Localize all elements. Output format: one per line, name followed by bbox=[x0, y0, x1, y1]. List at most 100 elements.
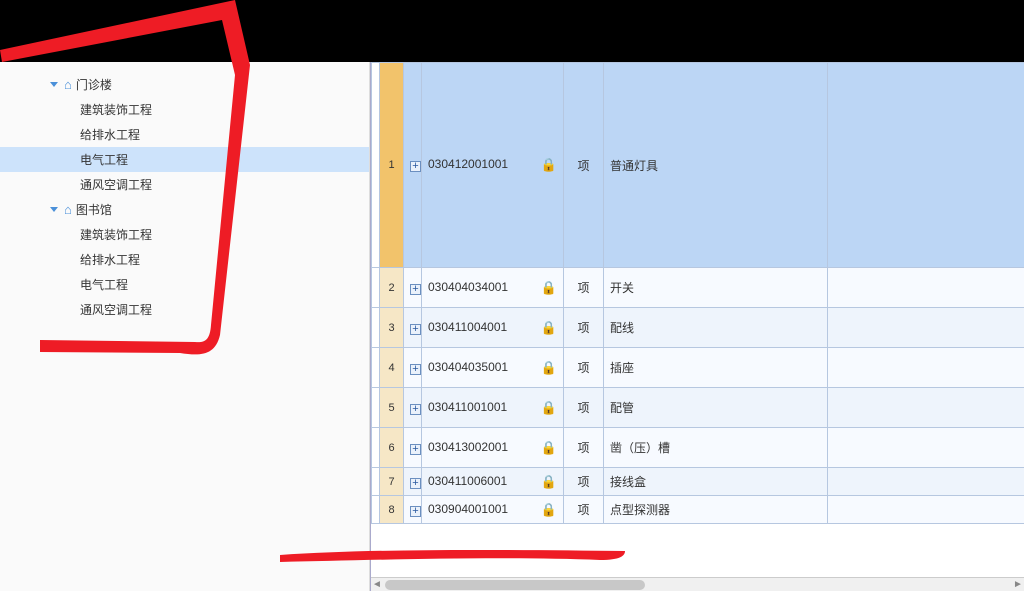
row-expand-cell: + bbox=[404, 308, 422, 348]
item-code-cell[interactable]: 030412001001 🔒 bbox=[422, 63, 564, 268]
expand-icon[interactable]: + bbox=[410, 284, 421, 295]
tree-node-hvac-2[interactable]: 通风空调工程 bbox=[0, 297, 369, 322]
lock-icon: 🔒 bbox=[541, 502, 557, 518]
row-expand-cell: + bbox=[404, 496, 422, 524]
lock-icon: 🔒 bbox=[541, 157, 557, 173]
row-expand-cell: + bbox=[404, 268, 422, 308]
tree-node-decoration-2[interactable]: 建筑装饰工程 bbox=[0, 222, 369, 247]
item-code-cell[interactable]: 030411006001 🔒 bbox=[422, 468, 564, 496]
item-code-cell[interactable]: 030904001001🔒 bbox=[422, 496, 564, 524]
lock-icon: 🔒 bbox=[541, 400, 557, 416]
tree-node-outpatient-building[interactable]: ⌂ 门诊楼 bbox=[0, 72, 369, 97]
scrollbar-thumb[interactable] bbox=[385, 580, 645, 590]
row-gutter bbox=[372, 348, 380, 388]
caret-down-icon bbox=[50, 82, 58, 87]
item-unit: 项 bbox=[564, 496, 604, 524]
scroll-right-icon[interactable]: ► bbox=[1013, 580, 1023, 590]
item-name[interactable]: 配线 bbox=[604, 308, 828, 348]
lock-icon: 🔒 bbox=[541, 474, 557, 490]
item-name[interactable]: 开关 bbox=[604, 268, 828, 308]
row-number: 8 bbox=[380, 496, 404, 524]
expand-icon[interactable]: + bbox=[410, 404, 421, 415]
row-number: 5 bbox=[380, 388, 404, 428]
blank-cell bbox=[828, 268, 1024, 308]
item-name[interactable]: 普通灯具 bbox=[604, 63, 828, 268]
tree-node-electrical-1[interactable]: 电气工程 bbox=[0, 147, 369, 172]
top-blackbar bbox=[0, 0, 1024, 62]
row-gutter bbox=[372, 388, 380, 428]
lock-icon: 🔒 bbox=[541, 280, 557, 296]
table-row[interactable]: 3+030411004001🔒项配线 bbox=[372, 308, 1024, 348]
tree-node-plumbing-1[interactable]: 给排水工程 bbox=[0, 122, 369, 147]
tree-label: 给排水工程 bbox=[80, 126, 140, 143]
table-row[interactable]: 1+030412001001🔒项普通灯具 bbox=[372, 63, 1024, 268]
item-unit: 项 bbox=[564, 468, 604, 496]
item-unit: 项 bbox=[564, 268, 604, 308]
item-code: 030411004001 bbox=[428, 320, 507, 334]
item-code-cell[interactable]: 030411001001🔒 bbox=[422, 388, 564, 428]
item-name[interactable]: 插座 bbox=[604, 348, 828, 388]
tree-label: 建筑装饰工程 bbox=[80, 226, 152, 243]
expand-icon[interactable]: + bbox=[410, 506, 421, 517]
table-row[interactable]: 7 +030411006001 🔒 项接线盒 bbox=[372, 468, 1024, 496]
tree-label: 门诊楼 bbox=[76, 76, 112, 93]
row-expand-cell: + bbox=[404, 468, 422, 496]
table-row[interactable]: 6+030413002001🔒项凿（压）槽 bbox=[372, 428, 1024, 468]
item-code-cell[interactable]: 030404034001 🔒 bbox=[422, 268, 564, 308]
row-gutter bbox=[372, 268, 380, 308]
expand-icon[interactable]: + bbox=[410, 161, 421, 172]
expand-icon[interactable]: + bbox=[410, 324, 421, 335]
item-code: 030411006001 bbox=[428, 474, 507, 488]
caret-down-icon bbox=[50, 207, 58, 212]
item-name[interactable]: 凿（压）槽 bbox=[604, 428, 828, 468]
item-unit: 项 bbox=[564, 348, 604, 388]
table-row[interactable]: 4 +030404035001🔒项插座 bbox=[372, 348, 1024, 388]
row-number: 6 bbox=[380, 428, 404, 468]
expand-icon[interactable]: + bbox=[410, 478, 421, 489]
item-name[interactable]: 接线盒 bbox=[604, 468, 828, 496]
blank-cell bbox=[828, 308, 1024, 348]
expand-icon[interactable]: + bbox=[410, 444, 421, 455]
item-code-cell[interactable]: 030404035001🔒 bbox=[422, 348, 564, 388]
home-icon: ⌂ bbox=[64, 202, 72, 217]
tree-label: 建筑装饰工程 bbox=[80, 101, 152, 118]
row-gutter bbox=[372, 428, 380, 468]
tree-node-library[interactable]: ⌂ 图书馆 bbox=[0, 197, 369, 222]
tree-label: 通风空调工程 bbox=[80, 301, 152, 318]
tree-label: 电气工程 bbox=[80, 276, 128, 293]
tree-node-hvac-1[interactable]: 通风空调工程 bbox=[0, 172, 369, 197]
table-row[interactable]: 2 +030404034001 🔒 项开关 bbox=[372, 268, 1024, 308]
tree-label: 电气工程 bbox=[80, 151, 128, 168]
item-code-cell[interactable]: 030413002001🔒 bbox=[422, 428, 564, 468]
table-row[interactable]: 5 +030411001001🔒项配管 bbox=[372, 388, 1024, 428]
table-row[interactable]: 8 +030904001001🔒项点型探测器 bbox=[372, 496, 1024, 524]
lock-icon: 🔒 bbox=[541, 360, 557, 376]
items-grid-scroll: 1+030412001001🔒项普通灯具2+030404034001🔒项开关3+… bbox=[371, 62, 1024, 577]
tree-label: 图书馆 bbox=[76, 201, 112, 218]
tree-node-electrical-2[interactable]: 电气工程 bbox=[0, 272, 369, 297]
expand-icon[interactable]: + bbox=[410, 364, 421, 375]
item-unit: 项 bbox=[564, 388, 604, 428]
home-icon: ⌂ bbox=[64, 77, 72, 92]
row-number: 4 bbox=[380, 348, 404, 388]
horizontal-scrollbar[interactable]: ◄ ► bbox=[371, 577, 1024, 591]
lock-icon: 🔒 bbox=[541, 320, 557, 336]
scroll-left-icon[interactable]: ◄ bbox=[372, 580, 382, 590]
row-number: 2 bbox=[380, 268, 404, 308]
item-code: 030413002001 bbox=[428, 440, 508, 454]
row-expand-cell: + bbox=[404, 388, 422, 428]
row-gutter bbox=[372, 468, 380, 496]
tree-node-plumbing-2[interactable]: 给排水工程 bbox=[0, 247, 369, 272]
row-number: 1 bbox=[380, 63, 404, 268]
row-number: 3 bbox=[380, 308, 404, 348]
item-name[interactable]: 点型探测器 bbox=[604, 496, 828, 524]
row-gutter bbox=[372, 63, 380, 268]
tree-node-decoration-1[interactable]: 建筑装饰工程 bbox=[0, 97, 369, 122]
item-code: 030412001001 bbox=[428, 157, 508, 171]
item-code-cell[interactable]: 030411004001 🔒 bbox=[422, 308, 564, 348]
row-number: 7 bbox=[380, 468, 404, 496]
blank-cell bbox=[828, 496, 1024, 524]
item-name[interactable]: 配管 bbox=[604, 388, 828, 428]
item-code: 030404034001 bbox=[428, 280, 508, 294]
blank-cell bbox=[828, 468, 1024, 496]
